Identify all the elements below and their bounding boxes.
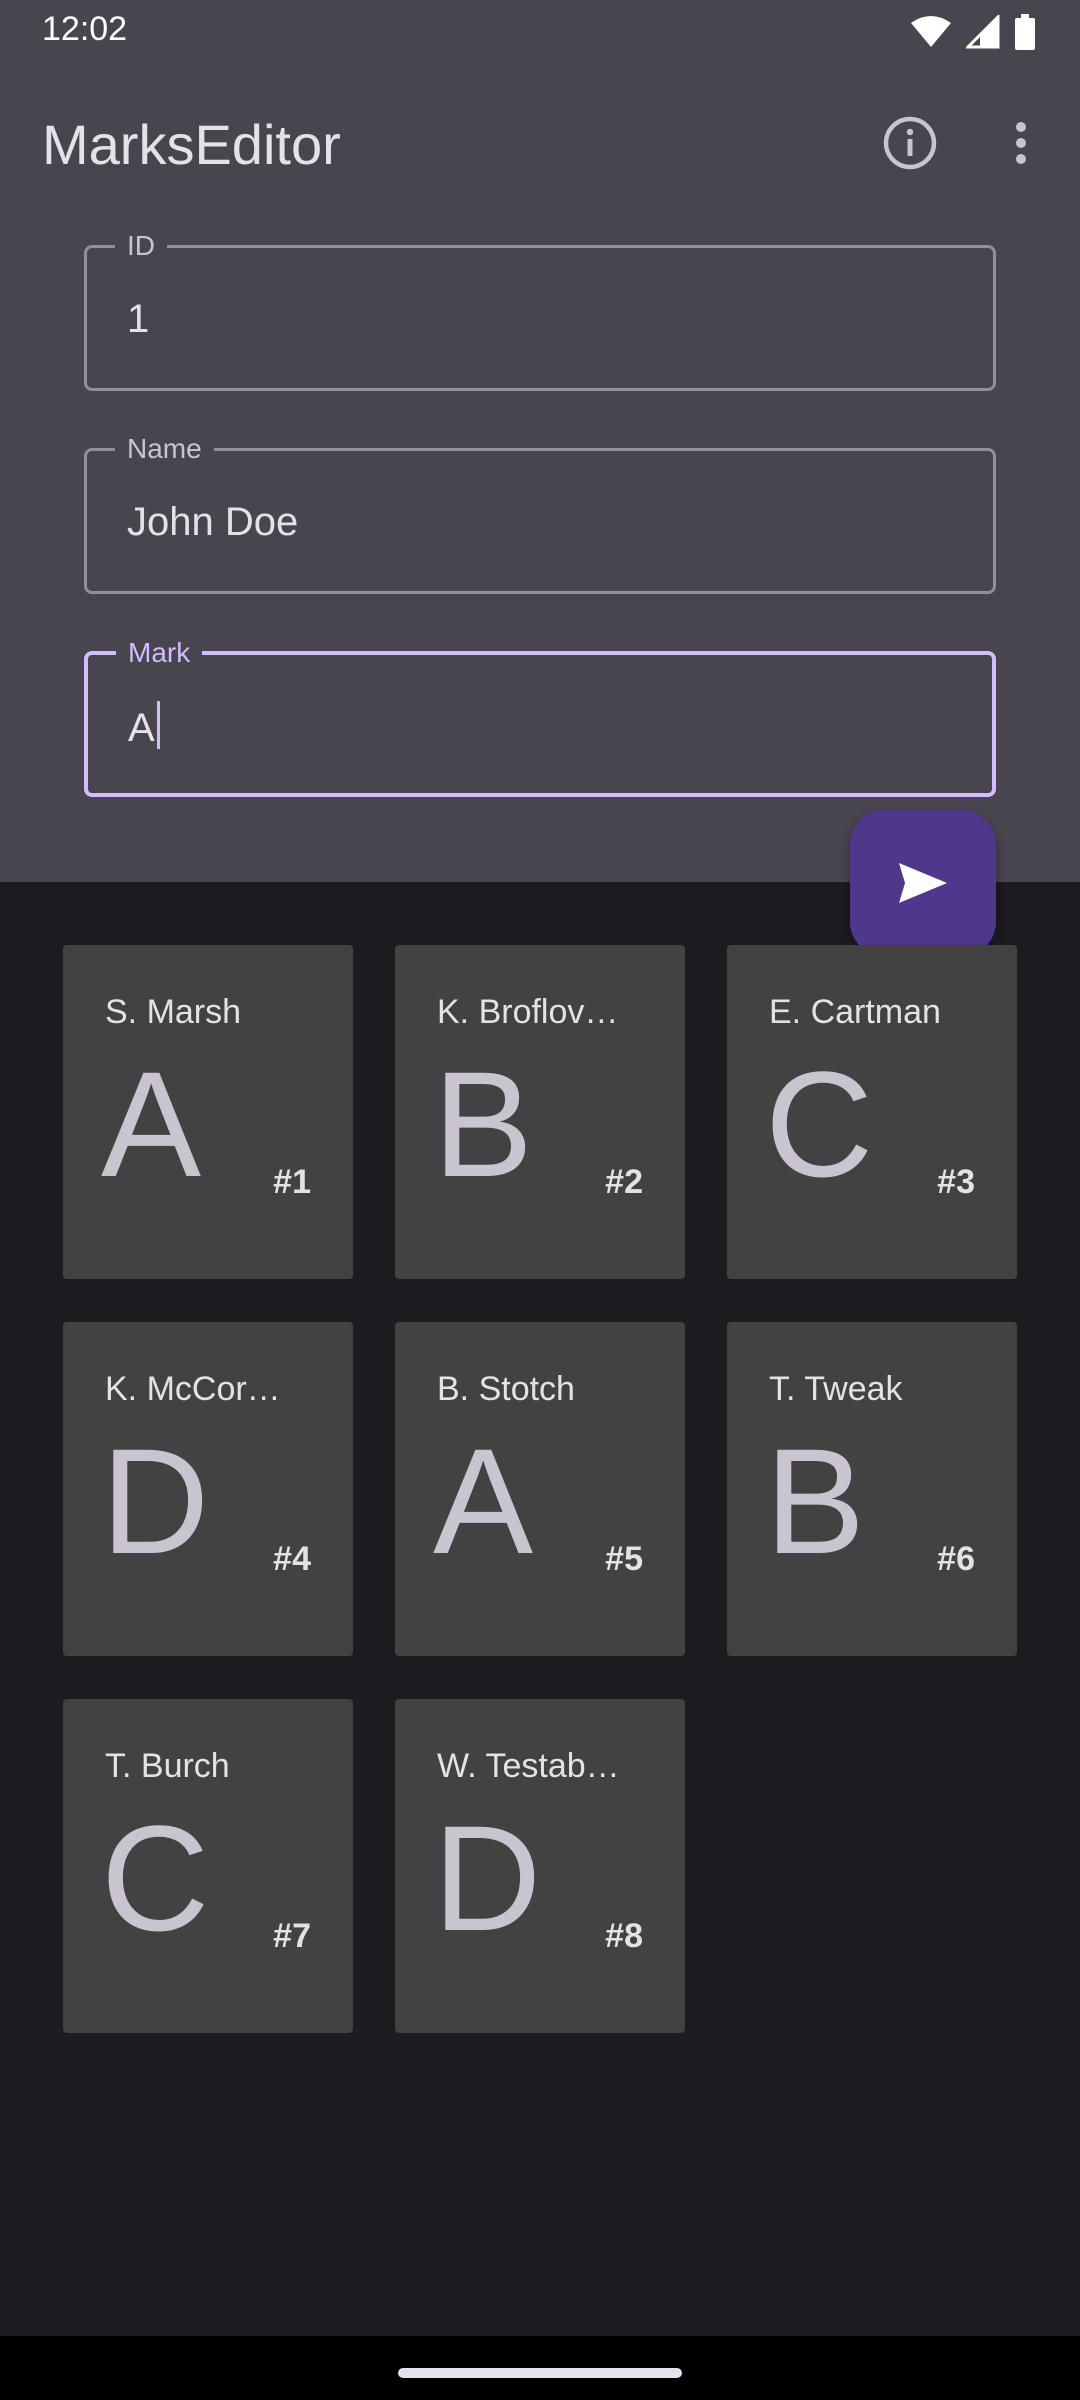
card-grade: B bbox=[433, 1040, 534, 1208]
student-card-7[interactable]: T. Burch C #7 bbox=[63, 1699, 353, 2033]
student-card-1[interactable]: S. Marsh A #1 bbox=[63, 945, 353, 1279]
card-grade: C bbox=[765, 1040, 874, 1208]
student-card-8[interactable]: W. Testab… D #8 bbox=[395, 1699, 685, 2033]
card-student-name: T. Burch bbox=[105, 1747, 230, 1785]
text-caret bbox=[156, 701, 160, 749]
card-student-name: E. Cartman bbox=[769, 993, 941, 1031]
card-student-name: T. Tweak bbox=[769, 1370, 903, 1408]
id-field-label: ID bbox=[115, 228, 167, 264]
info-icon bbox=[883, 116, 937, 170]
send-icon bbox=[899, 863, 947, 903]
screen: 12:02 MarksEditor ID 1 Name John Doe Mar… bbox=[0, 0, 1080, 2400]
card-grade: C bbox=[101, 1794, 210, 1962]
card-grade: D bbox=[101, 1417, 210, 1585]
card-grade: D bbox=[433, 1794, 542, 1962]
card-number: #2 bbox=[605, 1163, 643, 1201]
card-number: #5 bbox=[605, 1540, 643, 1578]
more-options-button[interactable] bbox=[1006, 115, 1036, 171]
student-card-4[interactable]: K. McCor… D #4 bbox=[63, 1322, 353, 1656]
more-vert-icon bbox=[1016, 122, 1026, 164]
mark-field-value-wrap: A bbox=[128, 701, 160, 753]
app-title: MarksEditor bbox=[42, 113, 341, 176]
card-student-name: K. Broflov… bbox=[437, 993, 619, 1031]
name-field[interactable]: Name John Doe bbox=[84, 431, 996, 594]
card-number: #6 bbox=[937, 1540, 975, 1578]
mark-field-value: A bbox=[128, 706, 155, 750]
card-number: #7 bbox=[273, 1917, 311, 1955]
id-field-value: 1 bbox=[127, 297, 150, 341]
mark-field[interactable]: Mark A bbox=[84, 635, 996, 797]
id-field[interactable]: ID 1 bbox=[84, 228, 996, 391]
card-grade: A bbox=[433, 1417, 534, 1585]
card-number: #8 bbox=[605, 1917, 643, 1955]
card-grade: B bbox=[765, 1417, 866, 1585]
student-card-5[interactable]: B. Stotch A #5 bbox=[395, 1322, 685, 1656]
card-student-name: K. McCor… bbox=[105, 1370, 281, 1408]
name-field-label: Name bbox=[115, 431, 214, 467]
name-field-value: John Doe bbox=[127, 500, 299, 544]
card-student-name: S. Marsh bbox=[105, 993, 242, 1031]
form-area: 12:02 MarksEditor ID 1 Name John Doe Mar… bbox=[0, 0, 1080, 882]
home-gesture-handle[interactable] bbox=[398, 2368, 682, 2378]
card-student-name: W. Testab… bbox=[437, 1747, 620, 1785]
wifi-icon bbox=[910, 15, 952, 54]
card-number: #1 bbox=[273, 1163, 311, 1201]
student-card-3[interactable]: E. Cartman C #3 bbox=[727, 945, 1017, 1279]
card-number: #3 bbox=[937, 1163, 975, 1201]
card-grade: A bbox=[101, 1040, 202, 1208]
battery-icon bbox=[1014, 14, 1036, 55]
mark-field-label: Mark bbox=[116, 635, 203, 671]
student-card-2[interactable]: K. Broflov… B #2 bbox=[395, 945, 685, 1279]
card-number: #4 bbox=[273, 1540, 311, 1578]
info-button[interactable] bbox=[882, 115, 938, 171]
card-student-name: B. Stotch bbox=[437, 1370, 575, 1408]
signal-icon bbox=[964, 13, 1000, 54]
student-card-6[interactable]: T. Tweak B #6 bbox=[727, 1322, 1017, 1656]
send-button[interactable] bbox=[850, 810, 996, 956]
status-icons bbox=[910, 13, 1036, 55]
status-time: 12:02 bbox=[42, 10, 128, 48]
status-bar: 12:02 bbox=[0, 0, 1080, 62]
navigation-bar bbox=[0, 2336, 1080, 2400]
